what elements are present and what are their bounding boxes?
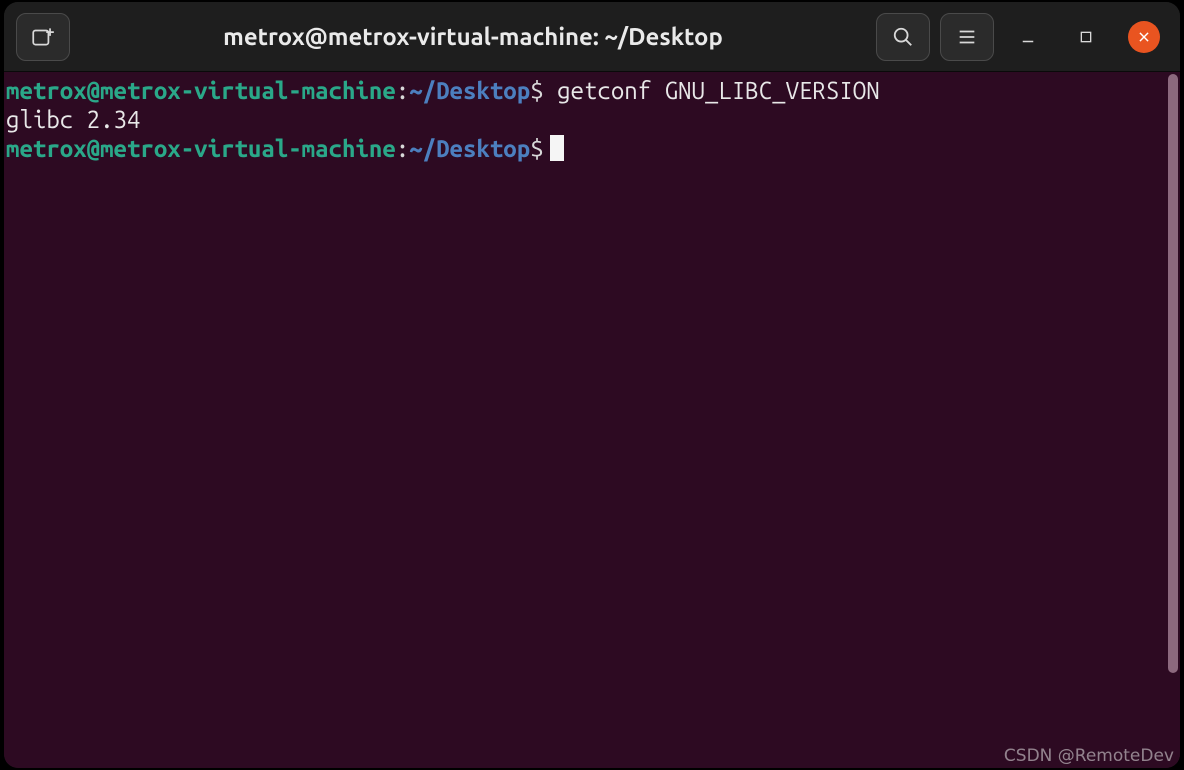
prompt-symbol: $ [530, 77, 543, 104]
search-icon [892, 26, 914, 48]
prompt-path: ~/Desktop [409, 135, 530, 162]
scrollbar[interactable] [1166, 72, 1180, 768]
terminal-content[interactable]: metrox@metrox-virtual-machine:~/Desktop$… [4, 72, 1166, 768]
prompt-symbol: $ [530, 135, 543, 162]
close-icon [1137, 30, 1151, 44]
close-button[interactable] [1120, 13, 1168, 61]
command-text [544, 77, 557, 104]
prompt-colon: : [396, 135, 409, 162]
command-text: getconf GNU_LIBC_VERSION [557, 77, 880, 104]
search-button[interactable] [876, 13, 930, 61]
menu-button[interactable] [940, 13, 994, 61]
prompt-user: metrox@metrox-virtual-machine [6, 77, 396, 104]
terminal-line: metrox@metrox-virtual-machine:~/Desktop$ [6, 134, 1164, 163]
watermark: CSDN @RemoteDev [1004, 746, 1174, 766]
scrollbar-thumb[interactable] [1168, 74, 1178, 673]
titlebar: metrox@metrox-virtual-machine: ~/Desktop [4, 2, 1180, 72]
terminal-window: metrox@metrox-virtual-machine: ~/Desktop [4, 2, 1180, 768]
output-line: glibc 2.34 [6, 105, 1164, 134]
maximize-icon [1078, 29, 1094, 45]
new-tab-icon [30, 24, 56, 50]
cursor [550, 135, 564, 161]
maximize-button[interactable] [1062, 13, 1110, 61]
minimize-icon [1019, 28, 1037, 46]
new-tab-button[interactable] [16, 13, 70, 61]
terminal-area: metrox@metrox-virtual-machine:~/Desktop$… [4, 72, 1180, 768]
prompt-user: metrox@metrox-virtual-machine [6, 135, 396, 162]
minimize-button[interactable] [1004, 13, 1052, 61]
window-title: metrox@metrox-virtual-machine: ~/Desktop [223, 23, 723, 50]
terminal-line: metrox@metrox-virtual-machine:~/Desktop$… [6, 76, 1164, 105]
prompt-colon: : [396, 77, 409, 104]
prompt-path: ~/Desktop [409, 77, 530, 104]
hamburger-icon [956, 26, 978, 48]
